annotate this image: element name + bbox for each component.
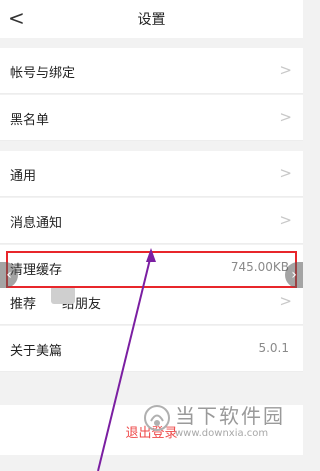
settings-row-general[interactable]: 通用 >: [0, 151, 303, 197]
highlight-box: [6, 251, 297, 288]
watermark-logo-icon: [144, 405, 170, 431]
version-value: 5.0.1: [258, 341, 289, 355]
row-label: 黑名单: [10, 113, 50, 128]
watermark: 当下软件园 www.downxia.com: [143, 398, 303, 448]
row-label: 关于美篇: [10, 344, 63, 359]
chevron-right-icon: >: [279, 292, 292, 310]
chevron-right-icon: >: [279, 211, 292, 229]
row-label-prefix: 推荐: [10, 297, 37, 312]
chevron-right-icon: >: [279, 61, 292, 79]
chevron-right-icon: >: [279, 164, 292, 182]
chevron-right-icon: >: [279, 108, 292, 126]
watermark-url: www.downxia.com: [175, 428, 269, 439]
row-label: 消息通知: [10, 216, 63, 231]
watermark-text: 当下软件园: [175, 404, 285, 428]
settings-row-blacklist[interactable]: 黑名单 >: [0, 95, 303, 141]
top-bar: < 设置: [0, 0, 303, 38]
settings-row-notifications[interactable]: 消息通知 >: [0, 198, 303, 244]
row-label: 通用: [10, 169, 37, 184]
row-label: 帐号与绑定: [10, 66, 76, 81]
page-title: 设置: [137, 12, 166, 28]
settings-page: < 设置 帐号与绑定 > 黑名单 > 通用 > 消息通知 > 清理缓存 745.…: [0, 0, 303, 471]
blurred-app-name: [51, 286, 75, 304]
settings-row-account-binding[interactable]: 帐号与绑定 >: [0, 48, 303, 94]
settings-row-about[interactable]: 关于美篇 5.0.1: [0, 326, 303, 372]
